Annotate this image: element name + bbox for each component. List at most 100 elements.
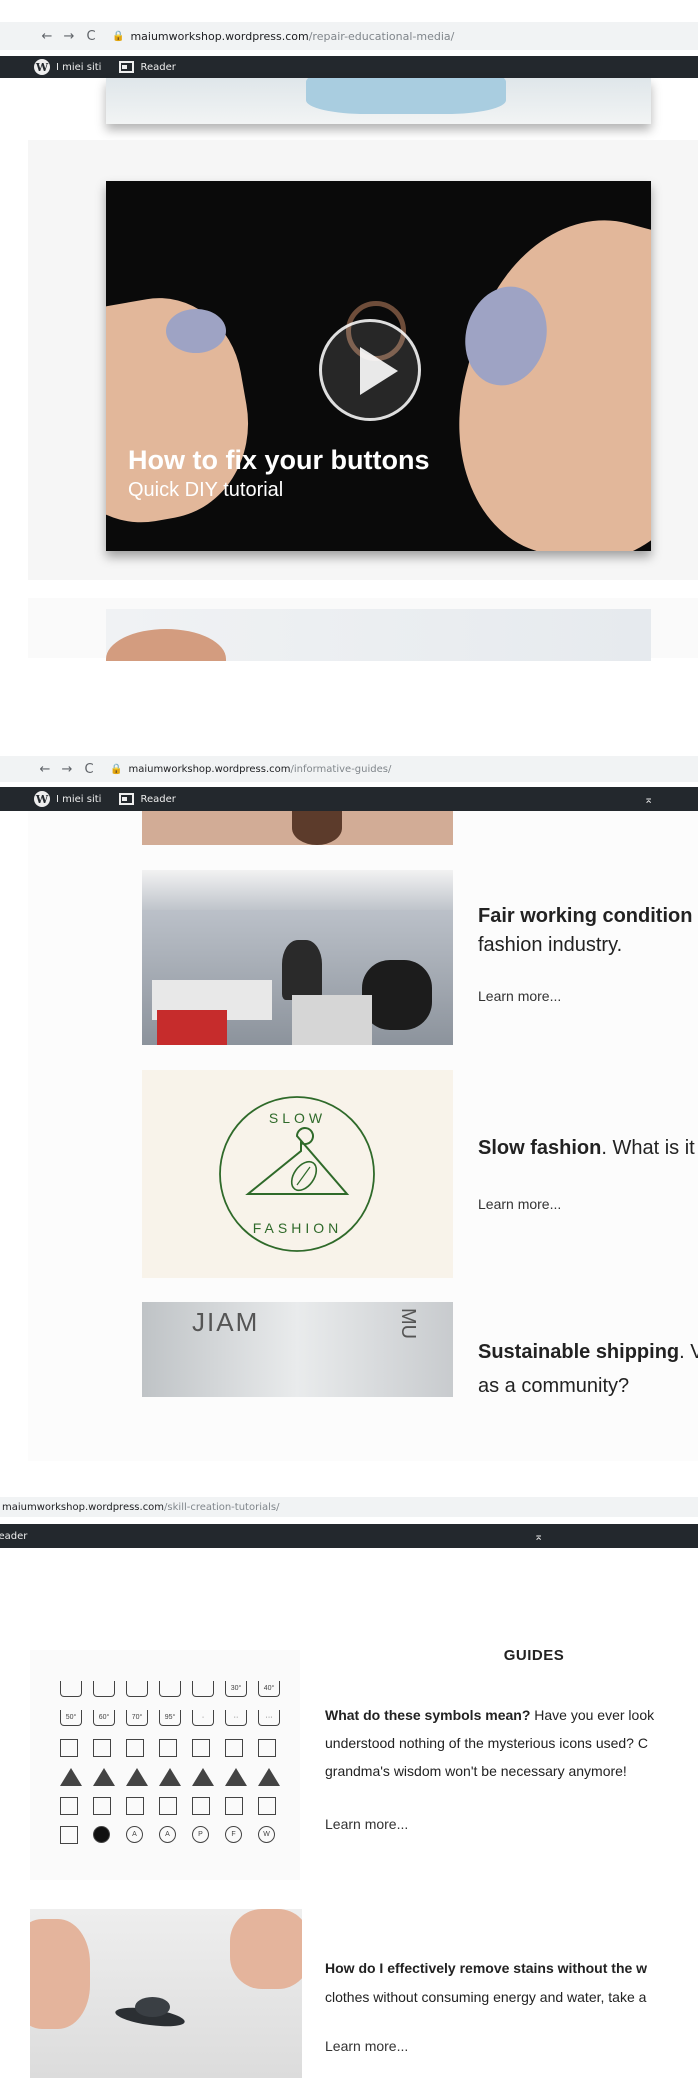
- laundry-symbol-icon: [192, 1681, 214, 1697]
- laundry-symbol-icon: ··: [225, 1710, 247, 1726]
- laundry-symbol-icon: [126, 1768, 148, 1786]
- laundry-symbol-icon: 60°: [93, 1710, 115, 1726]
- laundry-symbol-icon: [159, 1768, 181, 1786]
- laundry-symbol-icon: ·: [192, 1710, 214, 1726]
- guide-subtitle-shipping: as a community?: [478, 1375, 630, 1397]
- laundry-symbol-icon: [192, 1768, 214, 1786]
- laundry-symbol-icon: [159, 1739, 177, 1757]
- forward-icon[interactable]: →: [56, 762, 78, 777]
- laundry-symbol-icon: A: [126, 1826, 143, 1843]
- slow-fashion-logo-icon: [219, 1096, 375, 1252]
- laundry-symbol-icon: A: [159, 1826, 176, 1843]
- laundry-symbol-icon: 95°: [159, 1710, 181, 1726]
- guide-image-stain[interactable]: [30, 1909, 302, 2078]
- wordpress-logo-icon[interactable]: W: [34, 791, 50, 807]
- wp-admin-bar: W I miei siti Reader ⌅: [0, 787, 698, 811]
- wp-admin-bar: Reader ⌅: [0, 1524, 698, 1548]
- video-subtitle: Quick DIY tutorial: [128, 479, 284, 501]
- url-text[interactable]: maiumworkshop.wordpress.com/repair-educa…: [130, 30, 454, 43]
- laundry-symbol-icon: [60, 1797, 78, 1815]
- laundry-symbol-icon: 50°: [60, 1710, 82, 1726]
- lock-icon: 🔒: [112, 30, 125, 42]
- wordpress-logo-icon[interactable]: W: [34, 59, 50, 75]
- laundry-symbol-icon: [93, 1826, 110, 1843]
- back-icon[interactable]: ←: [36, 29, 58, 44]
- learn-more-link[interactable]: Learn more...: [478, 988, 561, 1004]
- reader-link[interactable]: Reader: [0, 1531, 27, 1542]
- package-print: ЈIAM: [192, 1307, 260, 1337]
- package-print: MU: [397, 1307, 420, 1340]
- play-button-icon[interactable]: [319, 319, 421, 421]
- guide-symbols-line2: understood nothing of the mysterious ico…: [325, 1735, 648, 1751]
- laundry-symbol-icon: [258, 1768, 280, 1786]
- laundry-symbol-icon: 40°: [258, 1681, 280, 1697]
- guide-subtitle-fair-working: fashion industry.: [478, 934, 623, 956]
- laundry-symbol-icon: [159, 1797, 177, 1815]
- laundry-symbol-icon: [225, 1739, 243, 1757]
- laundry-symbol-icon: [126, 1739, 144, 1757]
- laundry-symbol-icon: W: [258, 1826, 275, 1843]
- guide-symbols-line1: What do these symbols mean? Have you eve…: [325, 1707, 655, 1723]
- slow-fashion-logo-top: SLOW: [268, 1110, 327, 1126]
- lock-icon: 🔒: [110, 763, 123, 775]
- back-icon[interactable]: ←: [34, 762, 56, 777]
- laundry-symbol-icon: [159, 1681, 181, 1697]
- laundry-symbol-icon: [93, 1681, 115, 1697]
- reload-icon[interactable]: C: [80, 29, 102, 44]
- guide-image-slow-fashion[interactable]: SLOW FASHION: [142, 1070, 453, 1278]
- laundry-symbol-icon: [126, 1681, 148, 1697]
- laundry-symbol-icon: [258, 1739, 276, 1757]
- laundry-symbol-icon: [126, 1797, 144, 1815]
- slow-fashion-logo-bottom: FASHION: [252, 1220, 343, 1236]
- forward-icon[interactable]: →: [58, 29, 80, 44]
- laundry-symbol-icon: [258, 1797, 276, 1815]
- laundry-symbol-icon: [93, 1797, 111, 1815]
- nail: [166, 309, 226, 353]
- reader-icon[interactable]: [119, 61, 135, 73]
- hand-right: [426, 193, 651, 551]
- laundry-symbol-icon: 70°: [126, 1710, 148, 1726]
- laundry-symbol-icon: P: [192, 1826, 209, 1843]
- guide-title-slow-fashion: Slow fashion. What is it: [478, 1137, 695, 1159]
- laundry-symbol-icon: [225, 1797, 243, 1815]
- laundry-symbol-icon: [225, 1768, 247, 1786]
- laundry-symbol-icon: [93, 1768, 115, 1786]
- laundry-symbol-icon: F: [225, 1826, 242, 1843]
- laundry-symbol-icon: ···: [258, 1710, 280, 1726]
- video-player[interactable]: How to fix your buttons Quick DIY tutori…: [106, 181, 651, 551]
- reader-link[interactable]: Reader: [140, 62, 175, 73]
- guide-title-fair-working: Fair working condition: [478, 905, 693, 927]
- my-sites-link[interactable]: I miei siti: [56, 794, 101, 805]
- address-bar[interactable]: ← → C 🔒 maiumworkshop.wordpress.com/repa…: [0, 22, 698, 50]
- laundry-symbol-icon: 30°: [225, 1681, 247, 1697]
- guide-title-shipping: Sustainable shipping. V: [478, 1341, 698, 1363]
- laundry-symbol-icon: [192, 1797, 210, 1815]
- learn-more-link[interactable]: Learn more...: [325, 2038, 408, 2054]
- partial-image-top: [106, 78, 651, 124]
- reload-icon[interactable]: C: [78, 762, 100, 777]
- address-bar[interactable]: maiumworkshop.wordpress.com/skill-creati…: [0, 1497, 698, 1517]
- my-sites-link[interactable]: I miei siti: [56, 62, 101, 73]
- guide-image-shipping[interactable]: ЈIAM MU: [142, 1302, 453, 1397]
- reader-link[interactable]: Reader: [140, 794, 175, 805]
- collapse-icon[interactable]: ⌅: [534, 1530, 543, 1543]
- video-title: How to fix your buttons: [128, 445, 430, 475]
- guide-symbols-line3: grandma's wisdom won't be necessary anym…: [325, 1763, 627, 1779]
- url-text[interactable]: maiumworkshop.wordpress.com/skill-creati…: [2, 1502, 279, 1513]
- guide-image-factory[interactable]: [142, 870, 453, 1045]
- collapse-icon[interactable]: ⌅: [644, 793, 653, 806]
- guide-stain-title: How do I effectively remove stains witho…: [325, 1960, 648, 1976]
- learn-more-link[interactable]: Learn more...: [325, 1816, 408, 1832]
- reader-icon[interactable]: [119, 793, 135, 805]
- url-text[interactable]: maiumworkshop.wordpress.com/informative-…: [128, 764, 391, 775]
- guide-stain-line2: clothes without consuming energy and wat…: [325, 1989, 647, 2005]
- guide-image-partial: [142, 811, 453, 845]
- laundry-symbol-icon: [60, 1826, 78, 1844]
- address-bar[interactable]: ← → C 🔒 maiumworkshop.wordpress.com/info…: [0, 756, 698, 782]
- laundry-symbol-icon: [93, 1739, 111, 1757]
- laundry-symbols-grid[interactable]: 30° 40° 50° 60° 70° 95° · ·· ··· A A P F W: [60, 1681, 291, 1855]
- partial-image-bottom: [106, 609, 651, 661]
- learn-more-link[interactable]: Learn more...: [478, 1196, 561, 1212]
- laundry-symbol-icon: [60, 1768, 82, 1786]
- laundry-symbol-icon: [60, 1681, 82, 1697]
